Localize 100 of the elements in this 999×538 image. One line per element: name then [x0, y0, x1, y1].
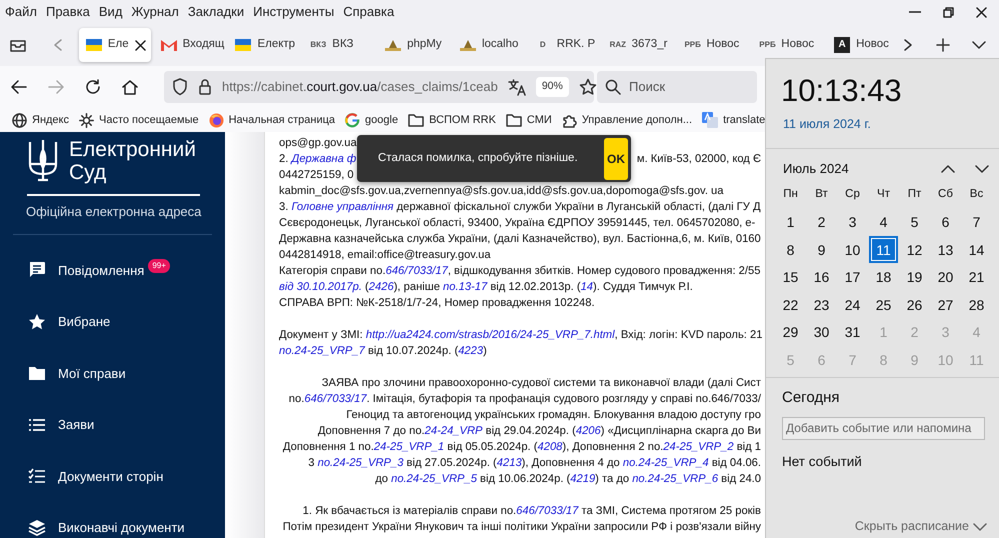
document-link[interactable]: no.24-25_VRP_6: [632, 473, 718, 485]
menu-item[interactable]: Вид: [98, 2, 122, 22]
tab-menu-icon[interactable]: [972, 40, 986, 50]
reload-icon[interactable]: [84, 79, 100, 95]
bookmark-item[interactable]: ВСПОМ RRK: [408, 112, 496, 128]
document-link[interactable]: 4223: [458, 345, 484, 357]
document-link[interactable]: no.24-25_VRP_4: [622, 457, 709, 469]
zoom-level[interactable]: 90%: [536, 77, 569, 97]
menu-item[interactable]: Справка: [343, 2, 394, 22]
calendar-day[interactable]: 14: [962, 236, 991, 264]
calendar-day[interactable]: 25: [869, 290, 898, 318]
calendar-day[interactable]: 10: [838, 236, 867, 264]
sidebar-item[interactable]: Мої справи: [13, 348, 212, 399]
previous-month-icon[interactable]: [941, 164, 955, 174]
translate-icon[interactable]: [508, 78, 526, 96]
hide-schedule-link[interactable]: Скрыть расписание: [854, 517, 987, 536]
calendar-day[interactable]: 15: [776, 263, 805, 291]
home-icon[interactable]: [120, 79, 138, 95]
document-link[interactable]: 646/7033/17: [304, 393, 367, 405]
bookmark-item[interactable]: Часто посещаемые: [79, 112, 199, 128]
bookmark-item[interactable]: СМИ: [506, 112, 552, 128]
calendar-day[interactable]: 23: [807, 290, 836, 318]
browser-tab[interactable]: phpMy: [378, 28, 450, 62]
restore-icon[interactable]: [943, 6, 954, 18]
document-link[interactable]: no.24-25_VRP_3: [318, 457, 404, 469]
browser-tab[interactable]: РРБ Новос: [677, 28, 750, 62]
menu-item[interactable]: Файл: [5, 2, 37, 22]
lock-icon[interactable]: [198, 78, 212, 96]
browser-tab[interactable]: Еле: [78, 28, 151, 62]
menu-item[interactable]: Инструменты: [253, 2, 334, 22]
sidebar-item[interactable]: Заяви: [13, 399, 212, 450]
browser-tab[interactable]: ВКЗ ВКЗ: [303, 28, 376, 62]
calendar-day[interactable]: 2: [807, 208, 836, 236]
calendar-day[interactable]: 13: [931, 236, 960, 264]
search-field[interactable]: Поиск: [597, 71, 757, 103]
scroll-right-icon[interactable]: [902, 38, 914, 52]
menu-item[interactable]: Правка: [46, 2, 90, 22]
bookmark-item[interactable]: Управление дополн...: [562, 112, 692, 128]
document-link[interactable]: Державна ф: [291, 153, 356, 165]
menu-item[interactable]: Закладки: [188, 2, 244, 22]
calendar-day[interactable]: 11: [869, 236, 898, 264]
calendar-day[interactable]: 21: [962, 263, 991, 291]
document-link[interactable]: 4219: [570, 473, 596, 485]
browser-tab[interactable]: РРБ Новос: [752, 28, 824, 62]
calendar-day[interactable]: 27: [931, 290, 960, 318]
month-title[interactable]: Июль 2024: [783, 158, 849, 178]
calendar-day[interactable]: 12: [900, 236, 929, 264]
menu-item[interactable]: Журнал: [131, 2, 179, 22]
sidebar-item[interactable]: Вибране: [13, 296, 212, 348]
browser-tab[interactable]: RAZ 3673_r: [602, 28, 674, 62]
calendar-day[interactable]: 6: [931, 208, 960, 236]
minimize-icon[interactable]: [909, 11, 921, 13]
calendar-day[interactable]: 7: [962, 208, 991, 236]
calendar-day[interactable]: 18: [869, 263, 898, 291]
back-icon[interactable]: [10, 79, 28, 95]
sidebar-item[interactable]: Виконавчі документи: [13, 502, 212, 538]
calendar-day[interactable]: 16: [807, 263, 836, 291]
browser-tab[interactable]: Електр: [228, 28, 300, 62]
calendar-day[interactable]: 17: [838, 263, 867, 291]
document-link[interactable]: 14: [580, 281, 594, 293]
close-icon[interactable]: [134, 40, 146, 50]
calendar-day[interactable]: 28: [962, 290, 991, 318]
calendar-day[interactable]: 4: [869, 208, 898, 236]
document-link[interactable]: 646/7033/17: [386, 265, 448, 277]
close-icon[interactable]: [976, 6, 987, 18]
bookmark-star-icon[interactable]: [578, 78, 597, 96]
shield-icon[interactable]: [172, 78, 188, 96]
calendar-day[interactable]: 26: [900, 290, 929, 318]
calendar-day[interactable]: 24: [838, 290, 867, 318]
document-link[interactable]: no.24-25_VRP_7: [279, 345, 365, 357]
document-link[interactable]: 4213: [496, 457, 522, 469]
calendar-day[interactable]: 1: [776, 208, 805, 236]
document-link[interactable]: no.24-25_VRP_5: [391, 473, 477, 485]
document-link[interactable]: http://ua2424.com/strasb/2016/24-25_VRP_7.html: [366, 329, 615, 341]
calendar-day[interactable]: 30: [807, 318, 836, 346]
calendar-day[interactable]: 3: [838, 208, 867, 236]
browser-tab[interactable]: Входящ: [154, 28, 226, 62]
bookmark-item[interactable]: translate: [702, 112, 766, 128]
calendar-day[interactable]: 22: [776, 290, 805, 318]
browser-tab[interactable]: D RRK. P: [528, 28, 600, 62]
calendar-day[interactable]: 19: [900, 263, 929, 291]
bookmark-item[interactable]: Начальная страница: [208, 112, 336, 128]
document-link[interactable]: 24-24_VRP: [424, 425, 483, 437]
document-link[interactable]: 24-25_VRP_2: [663, 441, 734, 453]
browser-tab[interactable]: localho: [452, 28, 525, 62]
bookmark-item[interactable]: google: [345, 112, 398, 128]
calendar-day[interactable]: 31: [838, 318, 867, 346]
calendar-day[interactable]: 29: [776, 318, 805, 346]
document-link[interactable]: 24-25_VRP_1: [374, 441, 444, 453]
bookmark-item[interactable]: Яндекс: [12, 112, 69, 128]
document-link[interactable]: від 30.10.2017р.: [279, 281, 362, 293]
calendar-day[interactable]: 20: [931, 263, 960, 291]
calendar-day[interactable]: 8: [776, 236, 805, 264]
sidebar-item[interactable]: Документи сторін: [13, 450, 212, 502]
new-tab-icon[interactable]: [936, 38, 950, 52]
calendar-day[interactable]: 9: [807, 236, 836, 264]
document-link[interactable]: 4208: [538, 441, 562, 453]
ok-button[interactable]: OK: [604, 138, 628, 180]
document-link[interactable]: no.13-17: [443, 281, 488, 293]
next-month-icon[interactable]: [975, 164, 989, 174]
